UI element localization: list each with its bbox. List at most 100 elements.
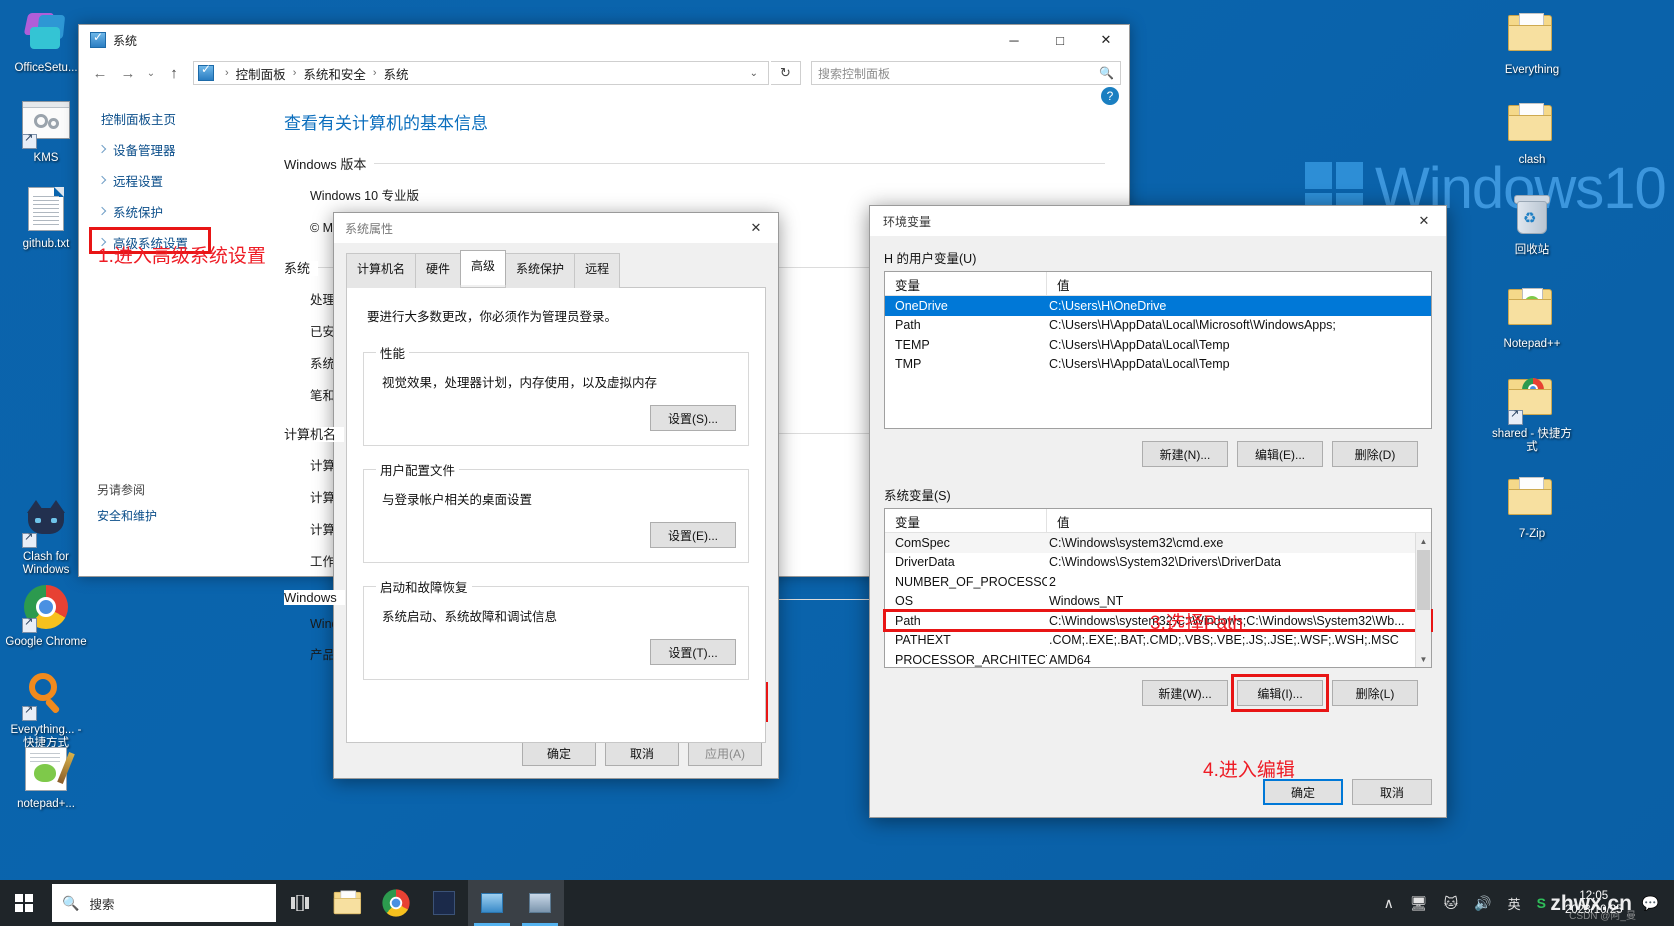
system-variables-list[interactable]: 变量 值 ComSpec C:\Windows\system32\cmd.exe…: [883, 508, 1433, 670]
startup-recovery-settings-button[interactable]: 设置(T)...: [650, 639, 736, 665]
desktop-icon-notepadplus[interactable]: notepad+...: [4, 745, 88, 811]
system-edit-button[interactable]: 编辑(I)...: [1237, 680, 1323, 706]
taskbar-control-panel-system[interactable]: [468, 880, 516, 926]
breadcrumb-item-system-security[interactable]: 系统和安全: [301, 64, 368, 83]
sidebar-item-remote-settings[interactable]: 远程设置: [97, 171, 284, 190]
search-input[interactable]: 🔍 搜索: [52, 884, 276, 922]
table-row[interactable]: OneDrive C:\Users\H\OneDrive: [885, 296, 1431, 316]
desktop-icon-label: notepad+...: [17, 798, 75, 810]
show-hidden-icons-chevron-icon[interactable]: ∧: [1377, 895, 1401, 912]
desktop-icon-officesetup[interactable]: OfficeSetu...: [4, 8, 88, 75]
back-button[interactable]: ←: [87, 60, 113, 86]
maximize-button[interactable]: □: [1037, 25, 1083, 55]
user-delete-button[interactable]: 删除(D): [1332, 441, 1418, 467]
tab-system-protection[interactable]: 系统保护: [505, 253, 576, 288]
task-view-button[interactable]: [276, 880, 324, 926]
tab-strip: 计算机名 硬件 高级 系统保护 远程: [334, 243, 778, 288]
minimize-button[interactable]: ─: [991, 25, 1037, 55]
tab-remote[interactable]: 远程: [574, 253, 621, 288]
user-new-button[interactable]: 新建(N)...: [1142, 441, 1228, 467]
refresh-button[interactable]: ↻: [771, 61, 801, 85]
tab-advanced[interactable]: 高级: [460, 250, 507, 285]
shortcut-arrow-icon: [22, 615, 37, 633]
vertical-scrollbar[interactable]: ▲ ▼: [1415, 533, 1431, 667]
table-row[interactable]: TEMP C:\Users\H\AppData\Local\Temp: [885, 335, 1431, 355]
taskbar-file-explorer[interactable]: [324, 880, 372, 926]
desktop-icon-clash-folder[interactable]: clash: [1490, 98, 1574, 167]
up-button[interactable]: ↑: [161, 60, 187, 86]
apply-button[interactable]: 应用(A): [688, 740, 762, 766]
desktop-icon-notepadpp-folder[interactable]: Notepad++: [1490, 282, 1574, 351]
info-row: Windows 10 专业版: [310, 189, 420, 203]
close-button[interactable]: ✕: [1083, 25, 1129, 55]
taskbar-system-properties[interactable]: [516, 880, 564, 926]
cancel-button[interactable]: 取消: [605, 740, 679, 766]
chrome-icon: [382, 889, 410, 917]
breadcrumb-item-control-panel[interactable]: 控制面板: [234, 64, 288, 83]
ok-button[interactable]: 确定: [522, 740, 596, 766]
annotation-step-1: 1.进入高级系统设置: [98, 246, 266, 267]
recent-locations-button[interactable]: ⌄: [143, 60, 159, 86]
sidebar-item-device-manager[interactable]: 设备管理器: [97, 140, 284, 159]
chevron-down-icon[interactable]: ⌄: [744, 68, 764, 79]
volume-icon[interactable]: 🔊: [1467, 895, 1498, 912]
table-row[interactable]: TMP C:\Users\H\AppData\Local\Temp: [885, 355, 1431, 375]
desktop-icon-clash-for-windows[interactable]: Clash for Windows: [4, 495, 88, 577]
system-variables-legend: 系统变量(S): [884, 489, 951, 503]
tab-computer-name[interactable]: 计算机名: [346, 253, 417, 288]
table-row[interactable]: ComSpec C:\Windows\system32\cmd.exe: [885, 533, 1431, 553]
user-variables-buttons: 新建(N)... 编辑(E)... 删除(D): [898, 441, 1418, 467]
ok-button[interactable]: 确定: [1263, 779, 1343, 805]
see-also-section: 另请参阅 安全和维护: [97, 481, 157, 524]
search-input[interactable]: 搜索控制面板 🔍: [811, 61, 1121, 85]
sidebar-item-system-protection[interactable]: 系统保护: [97, 202, 284, 221]
folder-notepad-icon: [1508, 287, 1556, 335]
cat-tray-icon[interactable]: 🐱: [1437, 895, 1466, 912]
network-icon[interactable]: 🖥: [1403, 895, 1435, 912]
system-new-button[interactable]: 新建(W)...: [1142, 680, 1228, 706]
scroll-down-arrow-icon[interactable]: ▼: [1416, 651, 1431, 667]
taskbar-terminal[interactable]: [420, 880, 468, 926]
table-row[interactable]: Path C:\Users\H\AppData\Local\Microsoft\…: [885, 316, 1431, 336]
desktop-icon-kms[interactable]: KMS: [4, 95, 88, 165]
cell-value: C:\Users\H\AppData\Local\Temp: [1049, 337, 1230, 352]
start-button[interactable]: [0, 880, 48, 926]
tab-hardware[interactable]: 硬件: [415, 253, 462, 288]
taskbar-google-chrome[interactable]: [372, 880, 420, 926]
user-profiles-settings-button[interactable]: 设置(E)...: [650, 522, 736, 548]
help-icon[interactable]: ?: [1101, 87, 1119, 105]
cancel-button[interactable]: 取消: [1352, 779, 1432, 805]
window-titlebar: 系统 ─ □ ✕: [79, 25, 1129, 55]
ime-indicator[interactable]: 英: [1501, 894, 1528, 913]
table-row[interactable]: DriverData C:\Windows\System32\Drivers\D…: [885, 553, 1431, 573]
scrollbar-thumb[interactable]: [1417, 550, 1430, 610]
desktop-icon-recycle-bin[interactable]: ♻ 回收站: [1490, 190, 1574, 257]
sogou-input-icon[interactable]: S: [1530, 895, 1553, 911]
breadcrumb-item-system[interactable]: 系统: [382, 64, 411, 83]
desktop-icon-7zip[interactable]: 7-Zip: [1490, 472, 1574, 541]
cell-name: OneDrive: [895, 298, 948, 313]
notifications-icon[interactable]: 💬: [1635, 895, 1666, 912]
scroll-up-arrow-icon[interactable]: ▲: [1416, 533, 1431, 549]
desktop-icon-google-chrome[interactable]: Google Chrome: [4, 583, 88, 649]
table-row[interactable]: PROCESSOR_ARCHITECT... AMD64: [885, 650, 1431, 670]
close-icon[interactable]: ✕: [734, 213, 778, 243]
desktop-icon-everything-shortcut[interactable]: Everything... - 快捷方式: [4, 670, 88, 750]
forward-button[interactable]: →: [115, 60, 141, 86]
desktop-icon-shared-shortcut[interactable]: shared - 快捷方式: [1490, 372, 1574, 454]
user-edit-button[interactable]: 编辑(E)...: [1237, 441, 1323, 467]
table-row[interactable]: NUMBER_OF_PROCESSORS 2: [885, 572, 1431, 592]
performance-settings-button[interactable]: 设置(S)...: [650, 405, 736, 431]
see-also-link-security-maintenance[interactable]: 安全和维护: [97, 507, 157, 524]
breadcrumb[interactable]: › 控制面板 › 系统和安全 › 系统 ⌄: [193, 61, 769, 85]
see-also-title: 另请参阅: [97, 483, 146, 497]
search-icon: 🔍: [62, 894, 80, 911]
user-variables-list[interactable]: 变量 值 OneDrive C:\Users\H\OneDrive Path C…: [884, 271, 1432, 429]
recycle-bin-icon: ♻: [1508, 193, 1556, 241]
close-icon[interactable]: ✕: [1402, 206, 1446, 236]
system-delete-button[interactable]: 删除(L): [1332, 680, 1418, 706]
desktop-icon-everything-folder[interactable]: Everything: [1490, 8, 1574, 77]
desktop-icon-github-txt[interactable]: github.txt: [4, 185, 88, 251]
sidebar-item-home[interactable]: 控制面板主页: [97, 109, 284, 128]
clock[interactable]: 12:05 2023/10/25: [1555, 889, 1633, 917]
